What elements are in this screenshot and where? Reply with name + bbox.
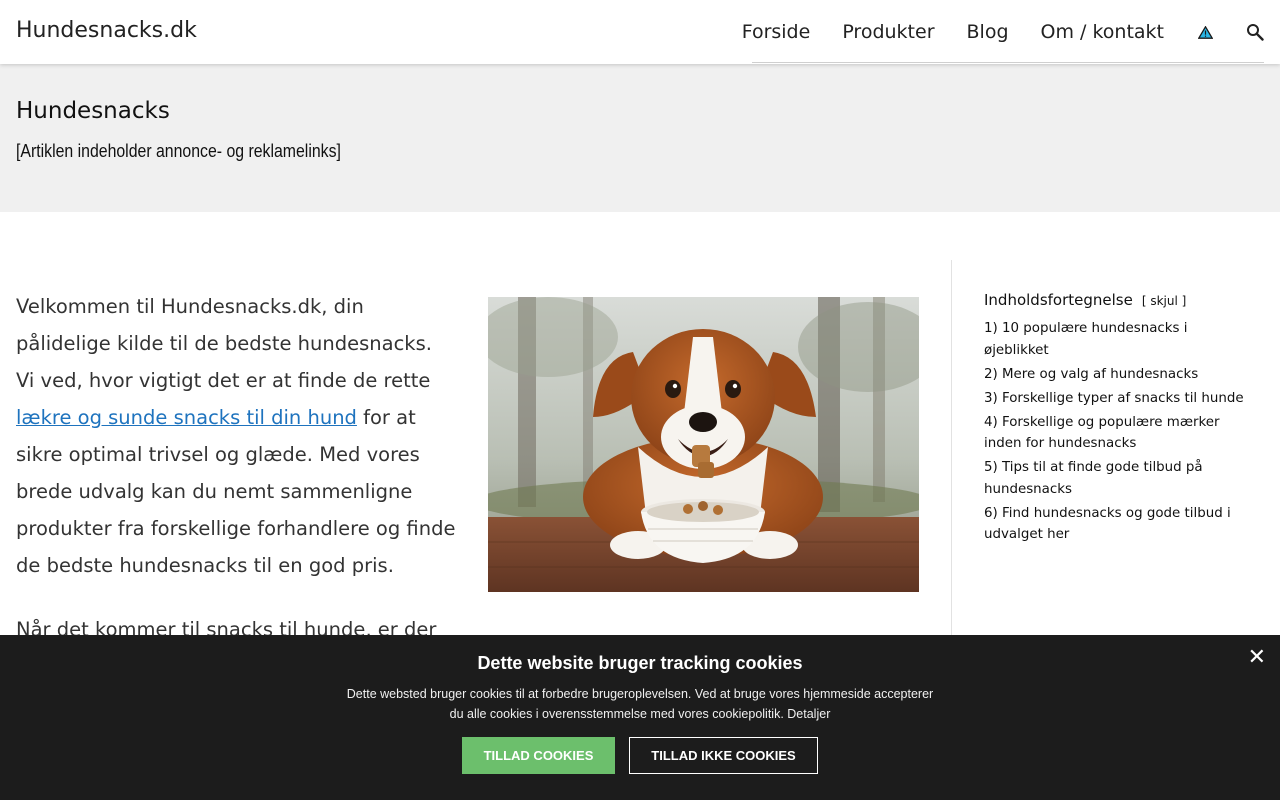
intro-paragraph: Velkommen til Hundesnacks.dk, din pålide… xyxy=(16,288,456,584)
nav-underline xyxy=(752,62,1264,63)
toc-header: Indholdsfortegnelse [ skjul ] xyxy=(984,291,1254,309)
toc-title: Indholdsfortegnelse xyxy=(984,291,1133,309)
main-nav: Forside Produkter Blog Om / kontakt xyxy=(710,0,1264,64)
ad-disclaimer: [Artiklen indeholder annonce- og reklame… xyxy=(16,141,341,161)
title-band: Hundesnacks [Artiklen indeholder annonce… xyxy=(0,64,1280,212)
toc-list: 1) 10 populære hundesnacks i øjeblikket … xyxy=(984,318,1254,546)
toc-item[interactable]: 1) 10 populære hundesnacks i øjeblikket xyxy=(984,318,1254,361)
sidebar-divider xyxy=(951,260,952,640)
nav-item-produkter[interactable]: Produkter xyxy=(842,21,934,43)
warning-triangle-icon[interactable] xyxy=(1196,23,1214,41)
cookie-title: Dette website bruger tracking cookies xyxy=(477,653,803,673)
toc-item[interactable]: 2) Mere og valg af hundesnacks xyxy=(984,364,1254,386)
dog-eating-snack-photo xyxy=(488,297,919,592)
nav-item-blog[interactable]: Blog xyxy=(967,21,1009,43)
intro-text-before: Velkommen til Hundesnacks.dk, din pålide… xyxy=(16,295,432,392)
search-icon[interactable] xyxy=(1246,23,1264,41)
cookie-banner: ✕ Dette website bruger tracking cookies … xyxy=(0,635,1280,800)
table-of-contents: Indholdsfortegnelse [ skjul ] 1) 10 popu… xyxy=(984,291,1254,548)
toc-item[interactable]: 6) Find hundesnacks og gode tilbud i udv… xyxy=(984,503,1254,546)
page-title: Hundesnacks xyxy=(16,98,170,124)
nav-item-om-kontakt[interactable]: Om / kontakt xyxy=(1041,21,1164,43)
nav-item-forside[interactable]: Forside xyxy=(742,21,811,43)
site-header: Hundesnacks.dk Forside Produkter Blog Om… xyxy=(0,0,1280,64)
toc-item[interactable]: 4) Forskellige og populære mærker inden … xyxy=(984,412,1254,455)
toc-item[interactable]: 3) Forskellige typer af snacks til hunde xyxy=(984,388,1254,410)
deny-cookies-button[interactable]: TILLAD IKKE COOKIES xyxy=(629,737,818,774)
site-logo[interactable]: Hundesnacks.dk xyxy=(16,18,197,43)
cookie-text: Dette websted bruger cookies til at forb… xyxy=(346,687,934,721)
toc-toggle-button[interactable]: [ skjul ] xyxy=(1142,294,1186,308)
allow-cookies-button[interactable]: TILLAD COOKIES xyxy=(462,737,615,774)
intro-text-after: for at sikre optimal trivsel og glæde. M… xyxy=(16,406,456,577)
intro-link[interactable]: lækre og sunde snacks til din hund xyxy=(16,406,357,429)
toc-item[interactable]: 5) Tips til at finde gode tilbud på hund… xyxy=(984,457,1254,500)
